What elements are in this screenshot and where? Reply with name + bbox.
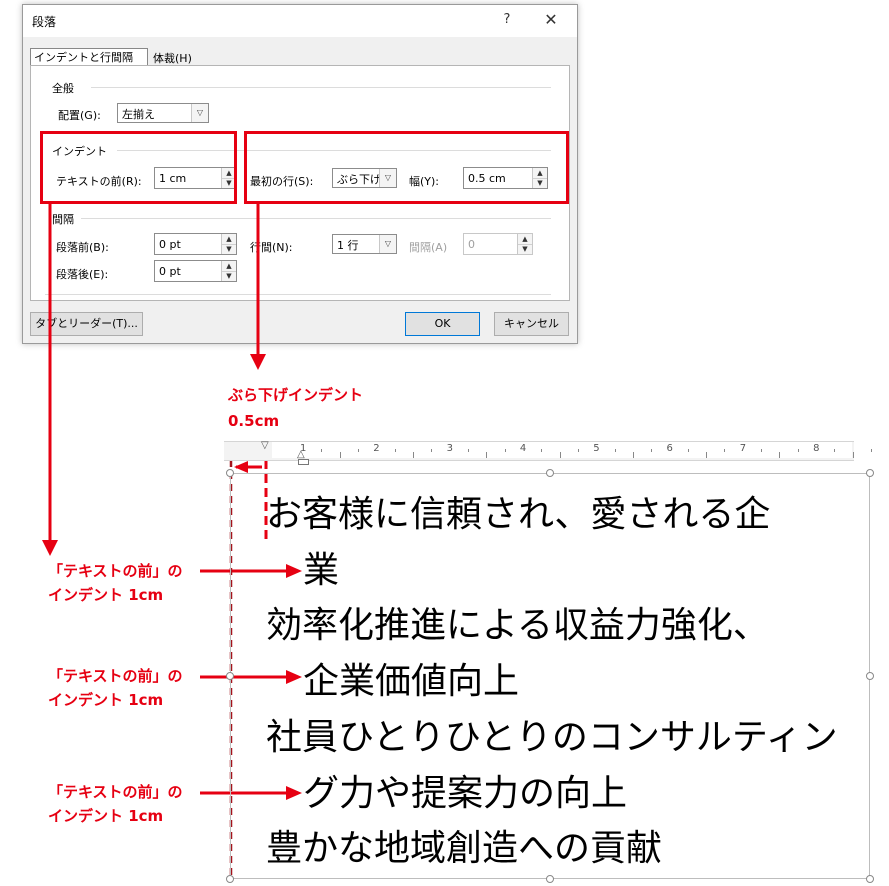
ruler-tick <box>577 449 579 452</box>
ruler-tick <box>486 452 488 458</box>
ruler-tick <box>651 449 653 452</box>
resize-handle[interactable] <box>866 469 874 477</box>
ruler-tick <box>761 449 763 452</box>
doc-line[interactable]: 社員ひとりひとりのコンサルティン <box>266 718 838 758</box>
hanging-gap-arrowhead-icon <box>234 461 248 473</box>
ruler-tick <box>834 449 836 452</box>
ruler-tick <box>541 449 543 452</box>
ruler-tick <box>559 452 561 458</box>
ruler-tick <box>357 449 359 452</box>
ruler-tick <box>504 449 506 452</box>
doc-line[interactable]: 企業価値向上 <box>303 662 519 702</box>
ruler-number: 8 <box>813 443 820 454</box>
doc-line[interactable]: 豊かな地域創造への貢献 <box>266 829 662 869</box>
ruler-number: 5 <box>593 443 600 454</box>
first-line-indent-marker-icon[interactable]: ▽ <box>261 440 269 451</box>
before-text-annotation-1-line2: インデント 1cm <box>48 586 164 604</box>
ruler-tick <box>797 449 799 452</box>
hanging-annotation-line1: ぶら下げインデント <box>228 386 364 404</box>
before-text-annotation-3-line2: インデント 1cm <box>48 807 164 825</box>
left-indent-marker-icon[interactable] <box>298 459 309 465</box>
ruler-tick <box>321 449 323 452</box>
before-text-annotation-2-line2: インデント 1cm <box>48 691 164 709</box>
ruler-tick <box>724 449 726 452</box>
ruler-tick <box>394 449 396 452</box>
ruler-tick <box>871 449 873 452</box>
doc-line[interactable]: お客様に信頼され、愛される企 <box>266 495 770 535</box>
resize-handle[interactable] <box>226 672 234 680</box>
before-text-annotation-1-line1: 「テキストの前」の <box>48 562 183 580</box>
resize-handle[interactable] <box>546 875 554 883</box>
ruler-number: 7 <box>739 443 747 454</box>
ruler-text-area <box>272 442 852 458</box>
ruler-tick <box>779 452 781 458</box>
before-text-annotation-2-line1: 「テキストの前」の <box>48 667 183 685</box>
ruler-tick <box>339 452 341 458</box>
ruler-tick <box>467 449 469 452</box>
before-text-annotation-3-line1: 「テキストの前」の <box>48 783 183 801</box>
resize-handle[interactable] <box>866 672 874 680</box>
ruler-tick <box>431 449 433 452</box>
hanging-annotation-line2: 0.5cm <box>228 412 280 430</box>
resize-handle[interactable] <box>226 469 234 477</box>
doc-line[interactable]: 効率化推進による収益力強化、 <box>266 606 769 646</box>
ruler-tick <box>632 452 634 458</box>
doc-line[interactable]: 業 <box>303 551 339 591</box>
doc-line[interactable]: グ力や提案力の向上 <box>303 774 627 814</box>
ruler-tick <box>852 452 854 458</box>
hanging-arrowhead-icon <box>250 354 266 370</box>
before-text-arrowhead-icon <box>42 540 58 556</box>
ruler-number: 2 <box>373 443 380 454</box>
ruler-tick <box>412 452 414 458</box>
ruler-number: 4 <box>519 443 527 454</box>
ruler-tick <box>706 452 708 458</box>
resize-handle[interactable] <box>226 875 234 883</box>
resize-handle[interactable] <box>546 469 554 477</box>
ruler-tick <box>687 449 689 452</box>
ruler-number: 3 <box>446 443 453 454</box>
ruler-tick <box>614 449 616 452</box>
resize-handle[interactable] <box>866 875 874 883</box>
ruler-number: 6 <box>666 443 673 454</box>
